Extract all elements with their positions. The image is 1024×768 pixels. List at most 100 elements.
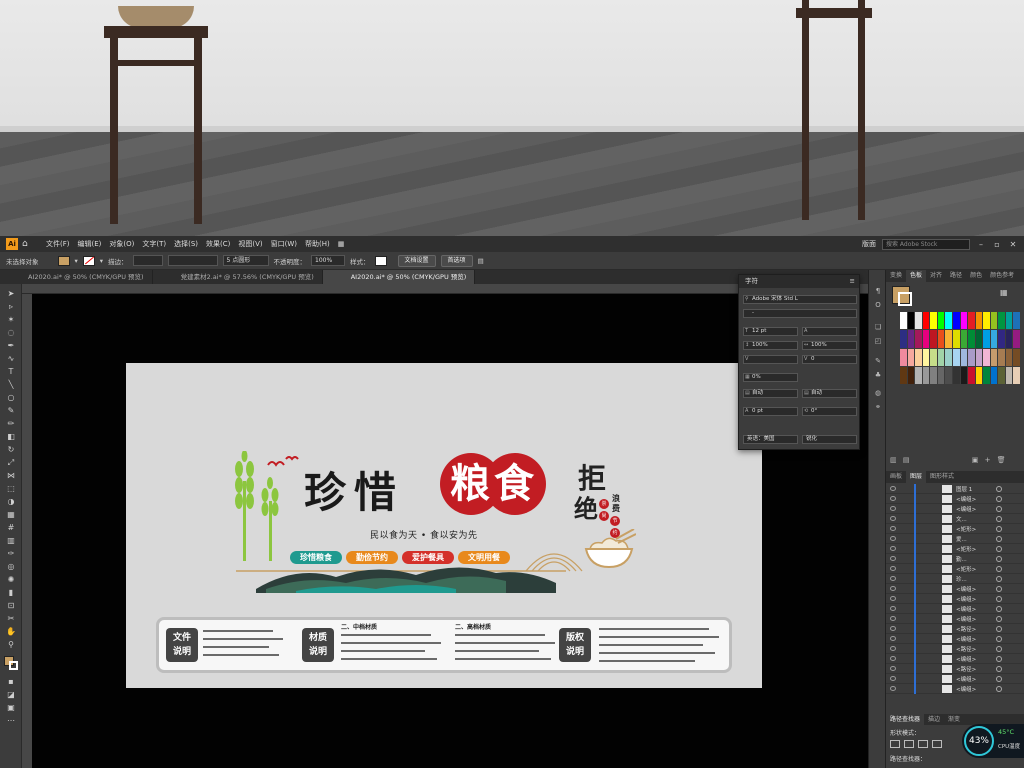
target-circle-icon[interactable] (996, 596, 1002, 602)
layer-row[interactable]: <编组> (886, 684, 1024, 694)
layer-row[interactable]: 珍... (886, 574, 1024, 584)
new-swatch-icon[interactable]: + (985, 456, 991, 464)
menu-select[interactable]: 选择(S) (174, 239, 198, 249)
color-swatch[interactable] (1005, 312, 1013, 330)
menu-view[interactable]: 视图(V) (238, 239, 262, 249)
layer-row[interactable]: <编组> (886, 584, 1024, 594)
screen-mode-icon[interactable]: ▣ (4, 702, 18, 713)
layer-row[interactable]: 文... (886, 514, 1024, 524)
rotate-tool-icon[interactable]: ↻ (4, 444, 18, 455)
tab-layers[interactable]: 图层 (906, 471, 927, 483)
tab-pathfinder-top[interactable]: 路径 (946, 270, 966, 282)
edit-toolbar-icon[interactable]: ⋯ (4, 715, 18, 726)
symbol-sprayer-tool-icon[interactable]: ✺ (4, 574, 18, 585)
swatch-libraries-icon[interactable]: ▥ (890, 456, 897, 464)
color-swatch[interactable] (945, 366, 952, 384)
visibility-eye-icon[interactable] (890, 496, 896, 501)
color-swatch[interactable] (952, 330, 960, 348)
tracking-field[interactable]: V0 (802, 355, 857, 364)
character-rotation-field[interactable]: ⟲ 0° (802, 407, 857, 416)
color-swatch[interactable] (983, 330, 990, 348)
visibility-eye-icon[interactable] (890, 516, 896, 521)
tab-stroke[interactable]: 描边 (924, 714, 944, 725)
layer-row[interactable]: <编组> (886, 604, 1024, 614)
color-swatch[interactable] (945, 348, 952, 366)
color-swatch[interactable] (907, 366, 915, 384)
free-transform-tool-icon[interactable]: ⬚ (4, 483, 18, 494)
paintbrush-tool-icon[interactable]: ✎ (4, 405, 18, 416)
language-select[interactable]: 英语：美国 (743, 435, 798, 444)
opacity-field[interactable]: 100% (311, 255, 346, 266)
color-swatch[interactable] (968, 330, 975, 348)
target-circle-icon[interactable] (996, 566, 1002, 572)
column-graph-tool-icon[interactable]: ▮ (4, 587, 18, 598)
color-swatch[interactable] (952, 366, 960, 384)
appearance-icon[interactable]: ◍ (873, 388, 883, 398)
graphic-style-swatch[interactable] (374, 255, 387, 266)
target-circle-icon[interactable] (996, 546, 1002, 552)
target-circle-icon[interactable] (996, 496, 1002, 502)
color-swatch[interactable] (937, 366, 945, 384)
opentype-icon[interactable]: O (873, 300, 883, 310)
visibility-eye-icon[interactable] (890, 636, 896, 641)
anti-alias-select[interactable]: 锐化 (802, 435, 857, 444)
visibility-eye-icon[interactable] (890, 486, 896, 491)
brush-field[interactable]: 5 点圆形 (222, 255, 269, 266)
cpu-monitor-widget[interactable]: 43% 45°C CPU温度 (962, 724, 1024, 758)
menu-effect[interactable]: 效果(C) (206, 239, 230, 249)
layer-row[interactable]: 爱... (886, 534, 1024, 544)
visibility-eye-icon[interactable] (890, 506, 896, 511)
color-swatch[interactable] (900, 330, 907, 348)
ellipse-tool-icon[interactable]: ○ (4, 392, 18, 403)
menu-object[interactable]: 对象(O) (109, 239, 134, 249)
menu-window[interactable]: 窗口(W) (271, 239, 297, 249)
tab-gradient[interactable]: 渐变 (944, 714, 964, 725)
arrange-icon[interactable]: ▤ (478, 257, 484, 265)
layer-row[interactable]: 勤... (886, 554, 1024, 564)
target-circle-icon[interactable] (996, 646, 1002, 652)
document-setup-button[interactable]: 文档设置 (397, 254, 436, 267)
menu-help[interactable]: 帮助(H) (305, 239, 330, 249)
color-swatch[interactable] (990, 348, 998, 366)
tab-color-guide[interactable]: 颜色参考 (986, 270, 1018, 282)
color-swatch[interactable] (998, 348, 1005, 366)
color-swatch[interactable] (922, 348, 930, 366)
draw-mode-icon[interactable]: ◪ (4, 689, 18, 700)
color-swatch[interactable] (930, 348, 937, 366)
line-tool-icon[interactable]: ╲ (4, 379, 18, 390)
layer-row[interactable]: <路径> (886, 664, 1024, 674)
color-swatch[interactable] (900, 312, 907, 330)
color-swatch[interactable] (1013, 348, 1020, 366)
visibility-eye-icon[interactable] (890, 546, 896, 551)
color-swatch[interactable] (983, 312, 990, 330)
color-swatch[interactable] (915, 366, 922, 384)
aki-right-field[interactable]: ▤ 自动 (802, 389, 857, 398)
target-circle-icon[interactable] (996, 526, 1002, 532)
color-swatch[interactable] (1013, 366, 1020, 384)
layer-row[interactable]: <编组> (886, 494, 1024, 504)
tab-transform[interactable]: 变换 (886, 270, 906, 282)
tab-align[interactable]: 对齐 (926, 270, 946, 282)
color-swatch[interactable] (960, 330, 968, 348)
eraser-tool-icon[interactable]: ◧ (4, 431, 18, 442)
mesh-tool-icon[interactable]: # (4, 522, 18, 533)
minus-front-icon[interactable] (904, 740, 914, 748)
color-swatch[interactable] (952, 348, 960, 366)
show-swatch-kinds-icon[interactable]: ▤ (903, 456, 910, 464)
width-tool-icon[interactable]: ⋈ (4, 470, 18, 481)
color-swatch[interactable] (937, 348, 945, 366)
visibility-eye-icon[interactable] (890, 656, 896, 661)
visibility-eye-icon[interactable] (890, 566, 896, 571)
links-icon[interactable]: ⚭ (873, 402, 883, 412)
target-circle-icon[interactable] (996, 486, 1002, 492)
color-swatch[interactable] (922, 330, 930, 348)
swatch-current-stroke[interactable] (898, 292, 912, 306)
leading-field[interactable]: A (802, 327, 857, 336)
color-swatch[interactable] (930, 366, 937, 384)
tab-swatches[interactable]: 色板 (906, 270, 927, 282)
visibility-eye-icon[interactable] (890, 686, 896, 691)
lasso-tool-icon[interactable]: ◌ (4, 327, 18, 338)
font-style-field[interactable]: - (743, 309, 857, 318)
visibility-eye-icon[interactable] (890, 646, 896, 651)
tab-pathfinder[interactable]: 路径查找器 (886, 714, 925, 725)
